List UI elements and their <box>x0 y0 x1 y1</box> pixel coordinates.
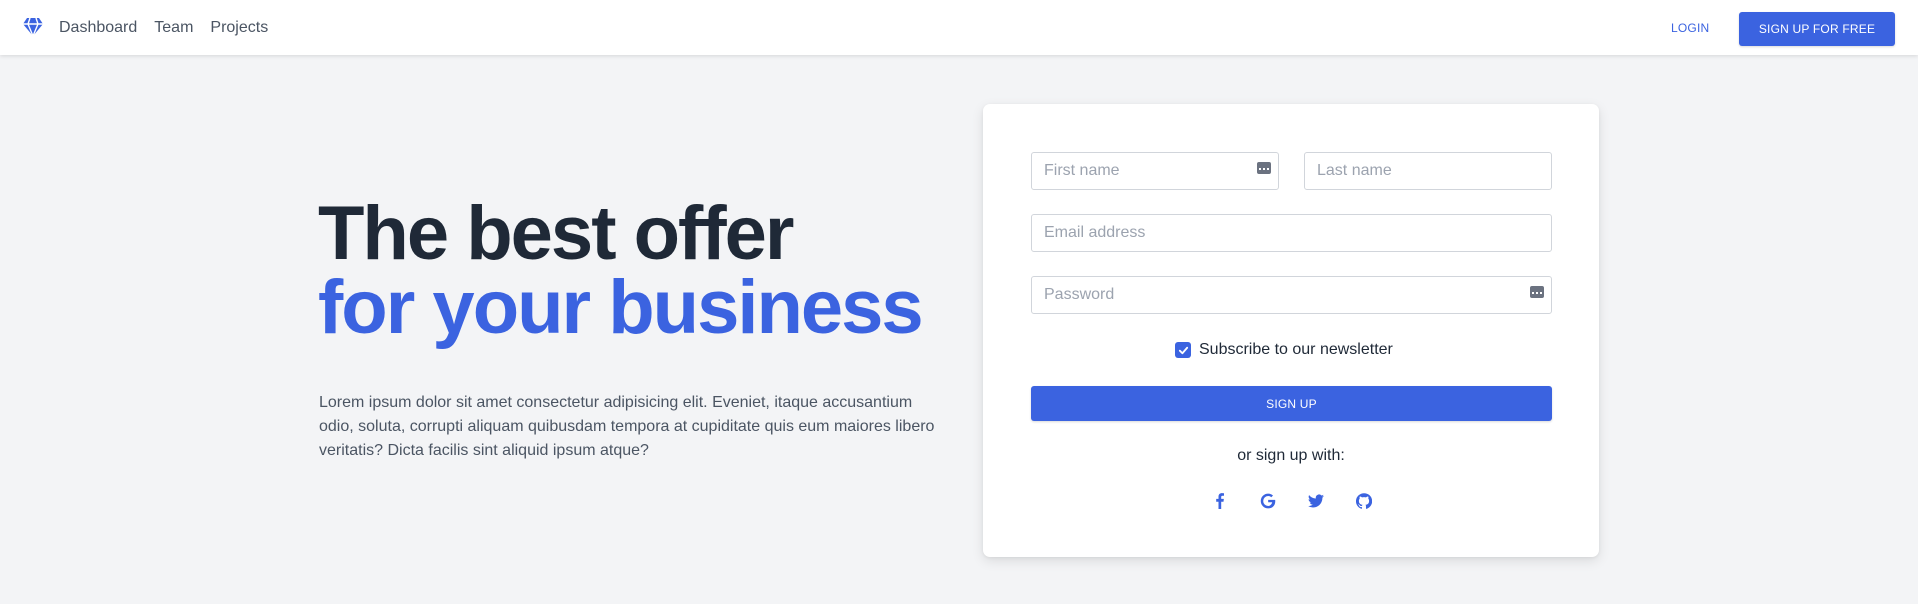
twitter-icon <box>1308 494 1324 508</box>
google-icon <box>1260 493 1276 509</box>
newsletter-label: Subscribe to our newsletter <box>1199 341 1393 358</box>
autofill-key-icon[interactable] <box>1257 161 1271 174</box>
login-link[interactable]: LOGIN <box>1671 0 1709 55</box>
github-icon <box>1356 493 1372 509</box>
github-signup-button[interactable] <box>1349 486 1379 516</box>
nav-link-team[interactable]: Team <box>154 19 193 37</box>
email-input[interactable] <box>1031 214 1552 252</box>
nav-link-dashboard[interactable]: Dashboard <box>59 19 137 37</box>
email-wrapper <box>1031 214 1552 252</box>
password-wrapper <box>1031 276 1552 314</box>
password-input[interactable] <box>1031 276 1552 314</box>
twitter-signup-button[interactable] <box>1301 486 1331 516</box>
password-manager-icon[interactable] <box>1530 285 1544 298</box>
hero-title-line1: The best offer <box>318 191 794 276</box>
nav-links: Dashboard Team Projects <box>59 0 268 55</box>
nav-link-projects[interactable]: Projects <box>210 19 268 37</box>
sign-up-for-free-button[interactable]: SIGN UP FOR FREE <box>1739 12 1895 46</box>
social-signup-buttons <box>1205 486 1379 516</box>
signup-card: Subscribe to our newsletter SIGN UP or s… <box>983 104 1599 557</box>
facebook-icon <box>1216 493 1224 509</box>
first-name-input[interactable] <box>1031 152 1279 190</box>
hero-description: Lorem ipsum dolor sit amet consectetur a… <box>319 394 935 459</box>
first-name-wrapper <box>1031 152 1279 190</box>
last-name-wrapper <box>1304 152 1552 190</box>
last-name-input[interactable] <box>1304 152 1552 190</box>
hero-title: The best offer for your business <box>318 191 924 350</box>
sign-up-button[interactable]: SIGN UP <box>1031 386 1552 421</box>
newsletter-option[interactable]: Subscribe to our newsletter <box>1175 341 1393 359</box>
or-sign-up-with-text: or sign up with: <box>1237 447 1345 464</box>
diamond-logo-icon[interactable] <box>22 17 44 38</box>
google-signup-button[interactable] <box>1253 486 1283 516</box>
checkmark-icon <box>1178 346 1188 354</box>
navbar: Dashboard Team Projects LOGIN SIGN UP FO… <box>0 0 1918 55</box>
facebook-signup-button[interactable] <box>1205 486 1235 516</box>
hero-title-line2: for your business <box>318 265 924 350</box>
newsletter-checkbox[interactable] <box>1175 342 1191 358</box>
